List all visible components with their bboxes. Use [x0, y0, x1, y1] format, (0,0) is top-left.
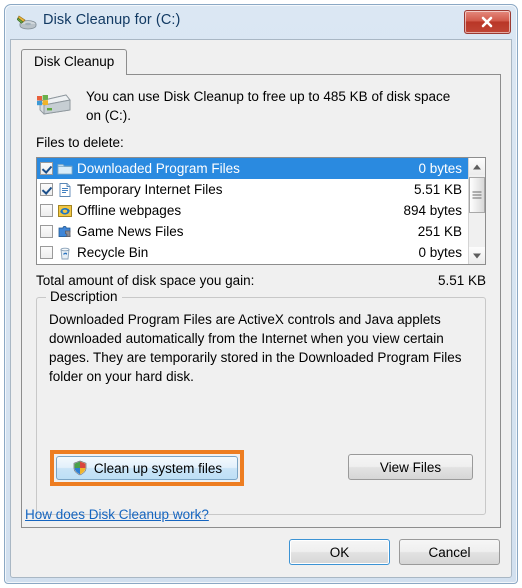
document-icon — [57, 182, 73, 198]
close-icon — [481, 16, 493, 28]
list-item[interactable]: Downloaded Program Files 0 bytes — [37, 158, 468, 179]
row-checkbox[interactable] — [40, 204, 53, 217]
list-item-size: 894 bytes — [403, 203, 462, 218]
row-checkbox[interactable] — [40, 162, 53, 175]
row-checkbox[interactable] — [40, 225, 53, 238]
scroll-up-arrow-icon[interactable] — [469, 158, 485, 175]
window-title: Disk Cleanup for (C:) — [43, 12, 181, 28]
scroll-down-arrow-icon[interactable] — [469, 247, 485, 264]
hard-drive-icon — [36, 87, 72, 117]
cancel-label: Cancel — [428, 544, 471, 560]
list-item-size: 5.51 KB — [413, 182, 462, 197]
cancel-button[interactable]: Cancel — [399, 539, 500, 565]
uac-shield-icon — [72, 460, 88, 476]
tab-disk-cleanup[interactable]: Disk Cleanup — [21, 49, 128, 75]
scroll-thumb-grip-icon — [472, 191, 482, 199]
list-item-name: Temporary Internet Files — [77, 182, 223, 197]
scroll-thumb[interactable] — [469, 177, 485, 213]
list-item-size: 0 bytes — [418, 161, 462, 176]
tab-panel-seam — [22, 74, 126, 75]
how-does-disk-cleanup-work-link[interactable]: How does Disk Cleanup work? — [25, 507, 209, 522]
list-item[interactable]: Temporary Internet Files 5.51 KB — [37, 179, 468, 200]
view-files-button[interactable]: View Files — [348, 454, 473, 480]
folder-icon — [57, 161, 73, 177]
list-item[interactable]: Offline webpages 894 bytes — [37, 200, 468, 221]
game-puzzle-icon — [57, 224, 73, 240]
dialog-footer-buttons: OK Cancel — [289, 539, 500, 565]
description-group: Description Downloaded Program Files are… — [36, 289, 486, 515]
list-item-size: 251 KB — [417, 224, 462, 239]
clean-up-system-files-label: Clean up system files — [93, 460, 223, 476]
ok-label: OK — [329, 544, 350, 560]
list-item-name: Downloaded Program Files — [77, 161, 240, 176]
list-item[interactable]: Game News Files 251 KB — [37, 221, 468, 242]
list-item[interactable]: Recycle Bin 0 bytes — [37, 242, 468, 263]
disk-cleanup-icon — [16, 14, 37, 30]
description-legend: Description — [46, 289, 122, 304]
title-bar: Disk Cleanup for (C:) — [5, 5, 517, 39]
files-to-delete-list[interactable]: Downloaded Program Files 0 bytes Tempora… — [36, 157, 486, 265]
files-to-delete-label: Files to delete: — [36, 135, 124, 150]
close-button[interactable] — [464, 10, 511, 34]
list-vertical-scrollbar[interactable] — [468, 158, 485, 264]
window-client-area: Disk Cleanup You can use Disk Cleanup to… — [10, 39, 512, 578]
offline-webpage-icon — [57, 203, 73, 219]
row-checkbox[interactable] — [40, 246, 53, 259]
list-item-name: Offline webpages — [77, 203, 182, 218]
tab-panel-disk-cleanup: You can use Disk Cleanup to free up to 4… — [21, 74, 501, 528]
ok-button[interactable]: OK — [289, 539, 390, 565]
list-item-size: 0 bytes — [418, 245, 462, 260]
intro-text: You can use Disk Cleanup to free up to 4… — [86, 89, 451, 123]
row-checkbox[interactable] — [40, 183, 53, 196]
intro-block: You can use Disk Cleanup to free up to 4… — [36, 87, 486, 125]
disk-cleanup-window: Disk Cleanup for (C:) Disk Cleanup You c… — [4, 4, 518, 584]
list-item-partial[interactable] — [37, 263, 468, 264]
view-files-label: View Files — [379, 459, 442, 475]
tab-strip: Disk Cleanup — [21, 49, 501, 75]
list-item-name: Game News Files — [77, 224, 184, 239]
total-space-value: 5.51 KB — [437, 273, 486, 288]
total-space-row: Total amount of disk space you gain: 5.5… — [36, 273, 486, 288]
list-scroll-viewport: Downloaded Program Files 0 bytes Tempora… — [37, 158, 468, 264]
list-item-name: Recycle Bin — [77, 245, 149, 260]
description-text: Downloaded Program Files are ActiveX con… — [49, 312, 462, 384]
tab-label: Disk Cleanup — [34, 54, 115, 69]
recycle-bin-icon — [57, 245, 73, 261]
total-space-label: Total amount of disk space you gain: — [36, 273, 255, 288]
clean-up-system-files-button[interactable]: Clean up system files — [56, 456, 238, 480]
